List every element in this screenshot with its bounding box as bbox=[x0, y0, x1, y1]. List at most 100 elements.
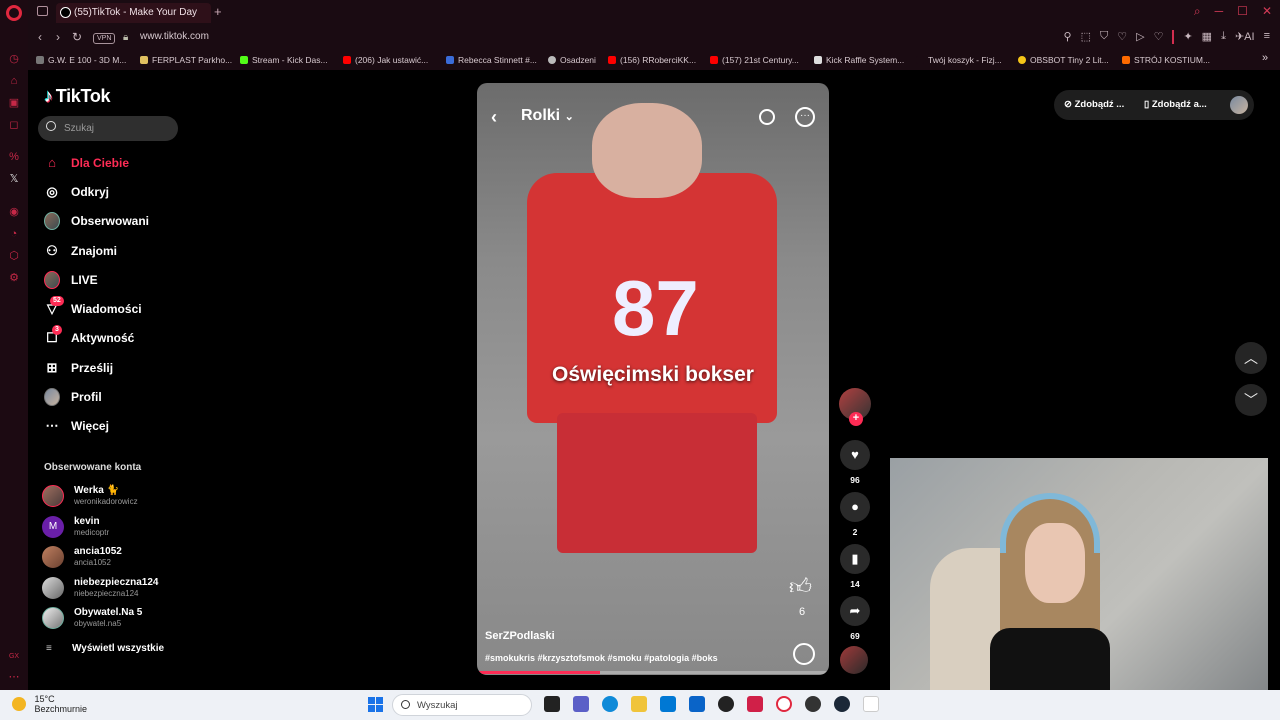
lock-icon[interactable]: 🔒︎ bbox=[123, 32, 128, 43]
sidebar-item-przeslij[interactable]: ⊞ Prześlij bbox=[28, 353, 198, 382]
heart-icon[interactable]: ♡ bbox=[1117, 30, 1127, 44]
new-tab-button[interactable]: + bbox=[214, 4, 222, 19]
save-button[interactable]: ▮ bbox=[840, 544, 870, 574]
tab-tiktok[interactable]: (55)TikTok - Make Your Day bbox=[56, 3, 211, 23]
show-all-following-link[interactable]: ≡ Wyświetl wszystkie bbox=[46, 643, 164, 654]
share-button[interactable]: ➦ bbox=[840, 596, 870, 626]
file-explorer-icon[interactable] bbox=[631, 696, 647, 712]
outlook-icon[interactable] bbox=[689, 696, 705, 712]
taskbar-search-input[interactable] bbox=[417, 698, 527, 712]
url-field[interactable]: www.tiktok.com bbox=[140, 31, 209, 42]
opera-icon[interactable] bbox=[776, 696, 792, 712]
sidebar-item-wiecej[interactable]: ⋯ Więcej bbox=[28, 412, 198, 441]
sidebar-item-znajomi[interactable]: ⚇ Znajomi bbox=[28, 236, 198, 265]
video-player[interactable]: 87 ‹ Rolki ⌄ ··· Oświęcimski bokser 👍︎ 6… bbox=[477, 83, 829, 675]
bookmark-item[interactable]: (206) Jak ustawić... bbox=[343, 55, 428, 65]
percent-icon[interactable]: % bbox=[7, 150, 21, 164]
messenger-icon[interactable]: ▣ bbox=[7, 96, 21, 110]
get-app-button[interactable]: ▯ Zdobądź a... bbox=[1144, 99, 1207, 110]
gx-icon[interactable]: GX bbox=[7, 650, 21, 664]
tiktok-logo[interactable]: ♪ TikTok bbox=[44, 86, 111, 107]
bookmark-item[interactable]: G.W. E 100 - 3D M... bbox=[36, 55, 126, 65]
snapshot-icon[interactable]: ⬚ bbox=[1081, 30, 1091, 44]
weather-widget[interactable]: 15°C Bezchmurnie bbox=[12, 694, 87, 714]
extensions-puzzle-icon[interactable]: ✦ bbox=[1183, 30, 1192, 44]
search-tabs-icon[interactable]: ⌕ bbox=[1194, 4, 1201, 19]
pin-icon[interactable]: ⚲ bbox=[1064, 30, 1072, 44]
comment-button[interactable]: ● bbox=[840, 492, 870, 522]
reload-icon[interactable]: ↻ bbox=[72, 30, 82, 44]
back-icon[interactable]: ‹ bbox=[38, 30, 42, 44]
bookmark-item[interactable]: OBSBOT Tiny 2 Lit... bbox=[1018, 55, 1109, 65]
extension-icon[interactable]: ▦ bbox=[1202, 30, 1212, 44]
bag-icon[interactable]: ⌂ bbox=[7, 74, 21, 88]
follow-plus-icon[interactable]: + bbox=[849, 412, 863, 426]
download-icon[interactable]: ⤓ bbox=[1221, 30, 1226, 44]
steam-icon[interactable] bbox=[834, 696, 850, 712]
send-icon[interactable]: ▷ bbox=[1136, 30, 1144, 44]
maximize-icon[interactable]: ☐ bbox=[1237, 4, 1248, 19]
video-hashtags[interactable]: #smokukris #krzysztofsmok #smoku #patolo… bbox=[485, 653, 718, 663]
favorite-icon[interactable]: ♡ bbox=[1154, 30, 1164, 44]
thumbs-up-icon[interactable]: 👍︎ bbox=[789, 573, 812, 600]
bookmark-item[interactable]: STRÓJ KOSTIUM... bbox=[1122, 55, 1210, 65]
sidebar-item-obserwowani[interactable]: Obserwowani bbox=[28, 207, 198, 236]
list-item[interactable]: niebezpieczna124 niebezpieczna124 bbox=[42, 574, 202, 605]
tab-sidebar-icon[interactable] bbox=[37, 6, 48, 16]
back-chevron-icon[interactable]: ‹ bbox=[491, 107, 497, 128]
shield-icon[interactable]: ⛉ bbox=[1100, 30, 1108, 44]
extensions-icon[interactable]: ⬡ bbox=[7, 249, 21, 263]
rolki-dropdown[interactable]: Rolki ⌄ bbox=[521, 107, 574, 125]
list-item[interactable]: ancia1052 ancia1052 bbox=[42, 543, 202, 574]
sidebar-item-profil[interactable]: Profil bbox=[28, 382, 198, 411]
opera-logo-icon[interactable] bbox=[6, 5, 22, 21]
sidebar-item-live[interactable]: LIVE bbox=[28, 265, 198, 294]
player-icon[interactable]: ◉ bbox=[7, 205, 21, 219]
bookmarks-overflow-icon[interactable]: » bbox=[1262, 52, 1268, 64]
settings-gear-icon[interactable]: ⚙ bbox=[7, 271, 21, 285]
list-item[interactable]: Obywatel.Na 5 obywatel.na5 bbox=[42, 604, 202, 635]
history-icon[interactable]: ◔ bbox=[7, 227, 21, 241]
like-button[interactable]: ♥ bbox=[840, 440, 870, 470]
bookmark-item[interactable]: Twój koszyk - Fizj... bbox=[916, 55, 1002, 65]
windows-start-icon[interactable] bbox=[368, 697, 383, 712]
obs-icon[interactable] bbox=[805, 696, 821, 712]
bookmark-item[interactable]: Rebecca Stinnett #... bbox=[446, 55, 537, 65]
vpn-badge[interactable]: VPN bbox=[93, 33, 116, 44]
video-search-icon[interactable] bbox=[759, 109, 775, 125]
edge-icon[interactable] bbox=[602, 696, 618, 712]
previous-video-button[interactable]: ︿ bbox=[1235, 342, 1267, 374]
sound-disc-avatar[interactable] bbox=[840, 646, 868, 674]
forward-icon[interactable]: › bbox=[56, 30, 60, 44]
bookmark-item[interactable]: Osadzeni bbox=[548, 55, 596, 65]
app-icon[interactable] bbox=[718, 696, 734, 712]
task-view-icon[interactable] bbox=[544, 696, 560, 712]
notepad-icon[interactable] bbox=[863, 696, 879, 712]
bookmark-item[interactable]: (156) RRoberciKK... bbox=[608, 55, 696, 65]
bookmark-item[interactable]: (157) 21st Century... bbox=[710, 55, 799, 65]
x-twitter-icon[interactable]: 𝕏 bbox=[7, 172, 21, 186]
taskbar-search[interactable] bbox=[392, 694, 532, 716]
video-comment-icon[interactable] bbox=[793, 643, 815, 665]
video-author[interactable]: SerZPodlaski bbox=[485, 630, 555, 642]
speed-dial-icon[interactable]: ◷ bbox=[7, 52, 21, 66]
video-progress-bar[interactable] bbox=[477, 671, 829, 674]
sidebar-item-odkryj[interactable]: ◎ Odkryj bbox=[28, 177, 198, 206]
search-box[interactable] bbox=[38, 116, 178, 141]
aria-ai-button[interactable]: ✈AI bbox=[1235, 30, 1255, 44]
bookmark-item[interactable]: Stream - Kick Das... bbox=[240, 55, 328, 65]
video-more-icon[interactable]: ··· bbox=[795, 107, 815, 127]
list-item[interactable]: M kevin medicoptr bbox=[42, 513, 202, 544]
next-video-button[interactable]: ﹀ bbox=[1235, 384, 1267, 416]
get-coins-button[interactable]: ⊘ Zdobądź ... bbox=[1064, 99, 1124, 110]
instagram-icon[interactable]: ◻ bbox=[7, 118, 21, 132]
sidebar-item-dla-ciebie[interactable]: ⌂ Dla Ciebie bbox=[28, 148, 198, 177]
sidebar-item-aktywnosc[interactable]: ☐ 3 Aktywność bbox=[28, 324, 198, 353]
opera-gx-icon[interactable] bbox=[747, 696, 763, 712]
store-icon[interactable] bbox=[660, 696, 676, 712]
teams-icon[interactable] bbox=[573, 696, 589, 712]
user-avatar[interactable] bbox=[1230, 96, 1248, 114]
close-icon[interactable]: ✕ bbox=[1262, 4, 1272, 19]
list-item[interactable]: Werka 🐈 weronikadorowicz bbox=[42, 482, 202, 513]
minimize-icon[interactable]: ─ bbox=[1215, 4, 1224, 19]
